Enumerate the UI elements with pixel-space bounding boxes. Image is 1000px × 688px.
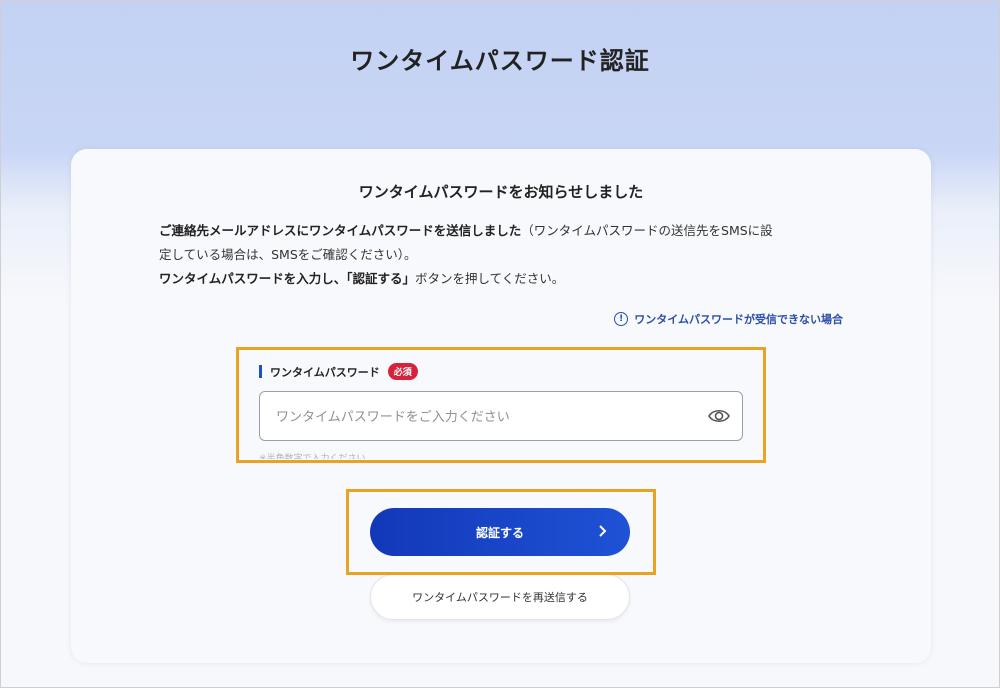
description-line-1-bold: ご連絡先メールアドレスにワンタイムパスワードを送信しました <box>159 223 522 238</box>
otp-not-received-link[interactable]: ! ワンタイムパスワードが受信できない場合 <box>614 311 843 327</box>
resend-otp-button[interactable]: ワンタイムパスワードを再送信する <box>370 574 630 620</box>
page-title: ワンタイムパスワード認証 <box>350 47 650 75</box>
otp-field-highlight <box>236 347 766 463</box>
description-line-3-rest: ボタンを押してください。 <box>415 271 565 286</box>
card-title: ワンタイムパスワードをお知らせしました <box>358 183 644 201</box>
description: ご連絡先メールアドレスにワンタイムパスワードを送信しました（ワンタイムパスワード… <box>159 219 859 291</box>
resend-otp-label: ワンタイムパスワードを再送信する <box>412 592 588 604</box>
otp-not-received-label: ワンタイムパスワードが受信できない場合 <box>634 313 843 326</box>
page-frame: ワンタイムパスワード認証 ワンタイムパスワードをお知らせしました ご連絡先メール… <box>0 0 1000 688</box>
description-line-2: 定している場合は、SMSをご確認ください）。 <box>159 247 417 262</box>
info-circle-icon: ! <box>614 312 629 326</box>
description-line-3-bold: ワンタイムパスワードを入力し、「認証する」 <box>159 271 416 286</box>
description-line-3: ワンタイムパスワードを入力し、「認証する」ボタンを押してください。 <box>159 267 859 291</box>
verify-button-highlight <box>346 489 656 575</box>
description-line-1: ご連絡先メールアドレスにワンタイムパスワードを送信しました（ワンタイムパスワード… <box>159 219 859 243</box>
description-line-1-rest: （ワンタイムパスワードの送信先をSMSに設 <box>521 223 773 238</box>
